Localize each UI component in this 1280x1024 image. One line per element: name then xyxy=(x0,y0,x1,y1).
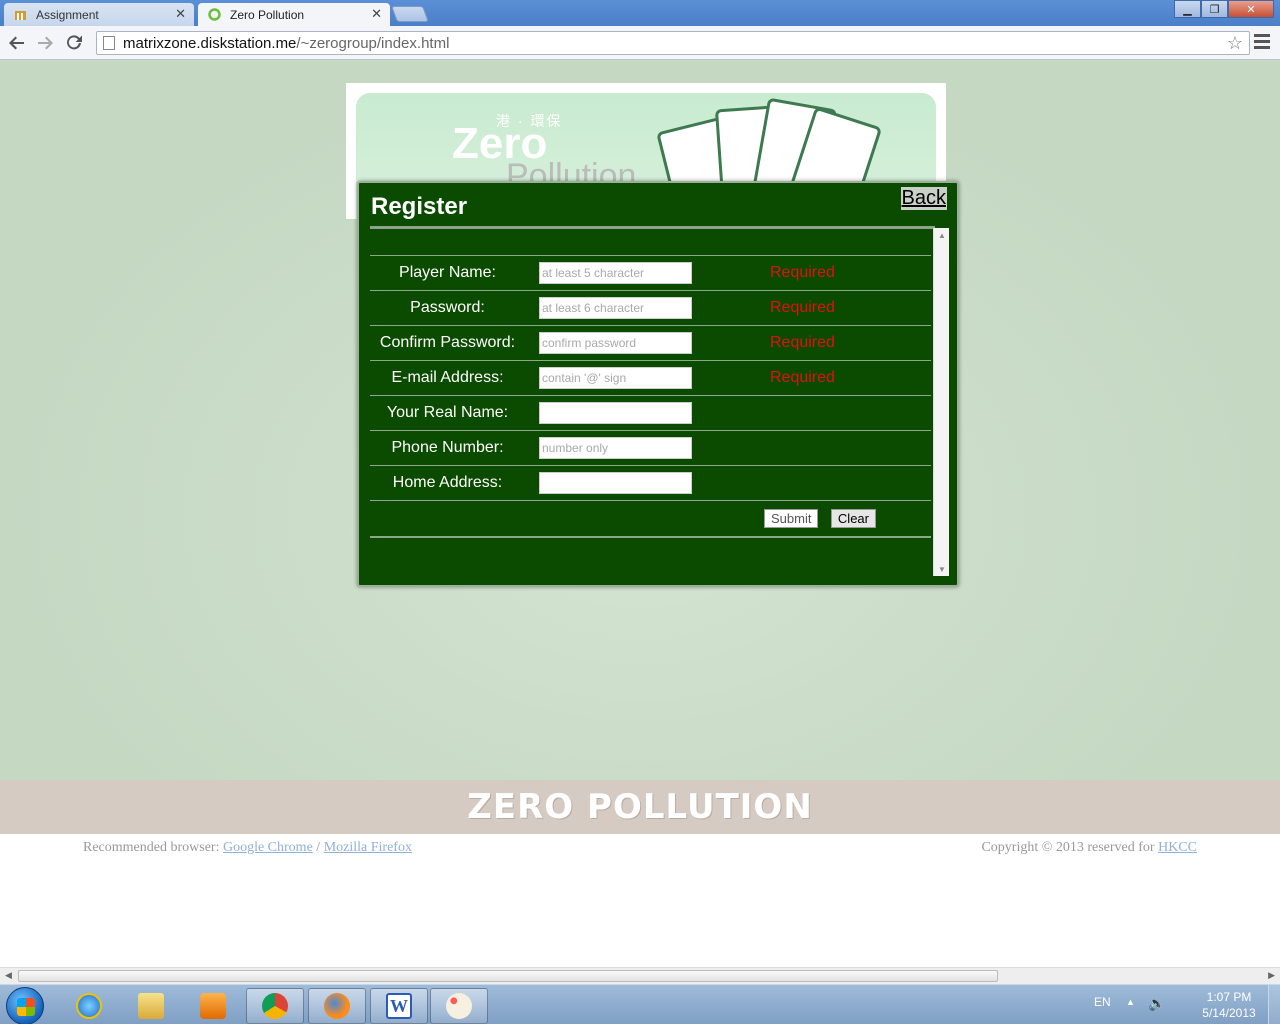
wrench-menu-icon[interactable] xyxy=(1254,34,1270,50)
minimize-icon[interactable]: ▁ xyxy=(1174,0,1201,18)
restore-icon[interactable]: ❐ xyxy=(1201,0,1228,18)
firefox-icon[interactable] xyxy=(308,988,366,1024)
browser-toolbar: matrixzone.diskstation.me/~zerogroup/ind… xyxy=(0,26,1280,60)
form-row-password: Password: Required xyxy=(370,290,931,326)
clear-button[interactable]: Clear xyxy=(830,508,876,528)
dialog-scrollbar[interactable]: ▲ ▼ xyxy=(933,228,949,576)
address-bar[interactable]: matrixzone.diskstation.me/~zerogroup/ind… xyxy=(96,31,1250,55)
language-indicator[interactable]: EN xyxy=(1094,995,1111,1009)
footer-logo: ZERO POLLUTION xyxy=(467,787,813,827)
clock-time: 1:07 PM xyxy=(1206,990,1252,1004)
tab-assignment[interactable]: Assignment ✕ xyxy=(4,3,194,26)
form-row-home-address: Home Address: xyxy=(370,465,931,501)
dialog-title: Register xyxy=(371,193,468,220)
hkcc-link[interactable]: HKCC xyxy=(1158,840,1197,855)
required-indicator: Required xyxy=(770,264,835,281)
form-actions-row: Submit Clear xyxy=(370,500,931,537)
volume-icon[interactable]: 🔈 xyxy=(1148,995,1165,1012)
star-icon[interactable]: ☆ xyxy=(1227,33,1243,54)
player-name-input[interactable] xyxy=(539,262,692,284)
tab-zero-pollution[interactable]: Zero Pollution ✕ xyxy=(198,3,390,26)
tab-label: Zero Pollution xyxy=(230,7,305,22)
required-indicator: Required xyxy=(770,299,835,316)
field-label: Confirm Password: xyxy=(379,334,516,351)
confirm-password-input[interactable] xyxy=(539,332,692,354)
recycle-favicon-icon xyxy=(208,8,221,21)
field-label: E-mail Address: xyxy=(391,369,504,386)
internet-explorer-icon[interactable] xyxy=(60,988,118,1024)
page-content: 港 · 環保 Zero Pollution Register Back ▲ ▼ … xyxy=(0,61,1280,967)
field-label: Your Real Name: xyxy=(386,404,509,421)
required-indicator: Required xyxy=(770,334,835,351)
footer-band: ZERO POLLUTION xyxy=(0,780,1280,834)
form-row-player-name: Player Name: Required xyxy=(370,255,931,291)
close-tab-icon[interactable]: ✕ xyxy=(175,6,186,22)
form-row-real-name: Your Real Name: xyxy=(370,395,931,431)
windows-logo-icon xyxy=(17,998,35,1016)
password-input[interactable] xyxy=(539,297,692,319)
field-label: Player Name: xyxy=(399,264,496,281)
scroll-right-icon[interactable]: ▶ xyxy=(1268,970,1275,981)
page-icon xyxy=(103,36,115,50)
required-indicator xyxy=(770,396,931,431)
copyright-prefix: Copyright © 2013 reserved for xyxy=(981,840,1159,855)
new-tab-button[interactable] xyxy=(391,6,429,22)
windows-taskbar: W EN ▲ 🔈 1:07 PM 5/14/2013 xyxy=(0,984,1280,1024)
home-address-input[interactable] xyxy=(539,472,692,494)
email-input[interactable] xyxy=(539,367,692,389)
form-row-email: E-mail Address: Required xyxy=(370,360,931,396)
google-chrome-link[interactable]: Google Chrome xyxy=(223,840,313,855)
scrollbar-thumb[interactable] xyxy=(18,970,998,982)
required-indicator xyxy=(770,431,931,466)
windows-explorer-icon[interactable] xyxy=(122,988,180,1024)
close-window-icon[interactable]: ✕ xyxy=(1228,0,1274,18)
required-indicator xyxy=(770,466,931,501)
chrome-icon[interactable] xyxy=(246,988,304,1024)
field-label: Password: xyxy=(410,299,485,316)
real-name-input[interactable] xyxy=(539,402,692,424)
copyright-text: Copyright © 2013 reserved for HKCC xyxy=(981,840,1197,856)
scroll-up-icon[interactable]: ▲ xyxy=(934,228,950,242)
back-arrow-icon[interactable] xyxy=(6,32,28,54)
back-link[interactable]: Back xyxy=(900,187,947,210)
recommended-prefix: Recommended browser: xyxy=(83,840,223,855)
field-label: Home Address: xyxy=(392,474,503,491)
scroll-left-icon[interactable]: ◀ xyxy=(5,970,12,981)
link-separator: / xyxy=(312,840,324,855)
show-hidden-icons-icon[interactable]: ▲ xyxy=(1126,997,1135,1007)
form-row-phone: Phone Number: xyxy=(370,430,931,466)
show-desktop-button[interactable] xyxy=(1268,985,1280,1024)
register-dialog: Register Back ▲ ▼ Player Name: Required … xyxy=(357,181,959,587)
paint-icon[interactable] xyxy=(430,988,488,1024)
start-button[interactable] xyxy=(6,987,44,1024)
required-indicator: Required xyxy=(770,369,835,386)
assignment-favicon-icon xyxy=(15,11,26,20)
register-form: Player Name: Required Password: Required… xyxy=(370,255,931,538)
media-player-icon[interactable] xyxy=(184,988,242,1024)
word-icon[interactable]: W xyxy=(370,988,428,1024)
close-tab-icon[interactable]: ✕ xyxy=(371,6,382,22)
form-row-confirm-password: Confirm Password: Required xyxy=(370,325,931,361)
forward-arrow-icon[interactable] xyxy=(34,32,56,54)
footer: Recommended browser: Google Chrome / Moz… xyxy=(0,834,1280,967)
system-clock[interactable]: 1:07 PM 5/14/2013 xyxy=(1196,989,1262,1021)
field-label: Phone Number: xyxy=(391,439,504,456)
url-path: /~zerogroup/index.html xyxy=(296,34,450,52)
title-divider xyxy=(370,226,935,229)
browser-titlebar: Assignment ✕ Zero Pollution ✕ ▁ ❐ ✕ xyxy=(0,0,1280,26)
url-host: matrixzone.diskstation.me xyxy=(123,34,297,52)
clock-date: 5/14/2013 xyxy=(1202,1006,1256,1020)
window-controls: ▁ ❐ ✕ xyxy=(1174,0,1274,18)
phone-input[interactable] xyxy=(539,437,692,459)
reload-icon[interactable] xyxy=(63,32,85,54)
horizontal-scrollbar[interactable]: ◀ ▶ xyxy=(0,967,1280,984)
recommended-browser-text: Recommended browser: Google Chrome / Moz… xyxy=(83,840,412,856)
tab-label: Assignment xyxy=(36,7,99,22)
scroll-down-icon[interactable]: ▼ xyxy=(934,562,950,576)
submit-button[interactable]: Submit xyxy=(764,508,819,528)
mozilla-firefox-link[interactable]: Mozilla Firefox xyxy=(324,840,412,855)
